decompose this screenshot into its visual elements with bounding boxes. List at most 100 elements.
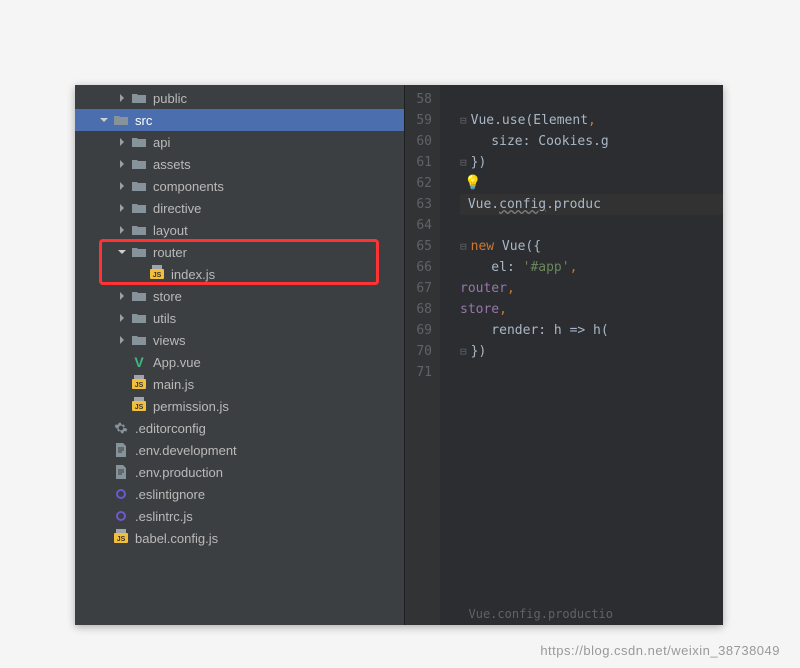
tree-item[interactable]: layout: [75, 219, 404, 241]
tree-item-label: permission.js: [153, 399, 229, 414]
tree-item-label: index.js: [171, 267, 215, 282]
tree-item[interactable]: JS permission.js: [75, 395, 404, 417]
tree-item[interactable]: .env.production: [75, 461, 404, 483]
code-line[interactable]: el: '#app',: [460, 257, 723, 278]
project-tree-panel[interactable]: publicsrc apiassets components directive lay…: [75, 85, 404, 625]
folder-icon: [113, 112, 129, 128]
line-number: 69: [405, 320, 432, 341]
expand-arrow[interactable]: [99, 533, 109, 543]
code-line[interactable]: size: Cookies.g: [460, 131, 723, 152]
doc-file-icon: [113, 442, 129, 458]
tree-item[interactable]: public: [75, 87, 404, 109]
tree-item[interactable]: .env.development: [75, 439, 404, 461]
expand-arrow[interactable]: [117, 93, 127, 103]
line-number: 68: [405, 299, 432, 320]
tree-item-label: public: [153, 91, 187, 106]
tree-item[interactable]: directive: [75, 197, 404, 219]
expand-arrow[interactable]: [117, 247, 127, 257]
tree-item[interactable]: router: [75, 241, 404, 263]
folder-icon: [131, 288, 147, 304]
code-line[interactable]: [460, 362, 723, 383]
expand-arrow[interactable]: [99, 511, 109, 521]
expand-arrow[interactable]: [117, 291, 127, 301]
tree-item[interactable]: .editorconfig: [75, 417, 404, 439]
code-line[interactable]: ⊟Vue.use(Element,: [460, 110, 723, 131]
tree-item[interactable]: V App.vue: [75, 351, 404, 373]
tree-item-label: .editorconfig: [135, 421, 206, 436]
folder-icon: [131, 90, 147, 106]
expand-arrow[interactable]: [117, 159, 127, 169]
tree-item[interactable]: utils: [75, 307, 404, 329]
line-number: 59: [405, 110, 432, 131]
expand-arrow[interactable]: [117, 401, 127, 411]
tree-item[interactable]: JSindex.js: [75, 263, 404, 285]
expand-arrow[interactable]: [99, 423, 109, 433]
folder-icon: [131, 200, 147, 216]
code-line[interactable]: store,: [460, 299, 723, 320]
tree-item-label: store: [153, 289, 182, 304]
tree-item[interactable]: .eslintignore: [75, 483, 404, 505]
vue-file-icon: V: [131, 354, 147, 370]
tree-item[interactable]: components: [75, 175, 404, 197]
tree-item[interactable]: src: [75, 109, 404, 131]
doc-file-icon: [113, 464, 129, 480]
tree-item[interactable]: assets: [75, 153, 404, 175]
expand-arrow[interactable]: [117, 181, 127, 191]
tree-item-label: .eslintignore: [135, 487, 205, 502]
watermark: https://blog.csdn.net/weixin_38738049: [540, 643, 780, 658]
expand-arrow[interactable]: [117, 203, 127, 213]
expand-arrow[interactable]: [99, 115, 109, 125]
code-line[interactable]: 💡: [460, 173, 723, 194]
project-tree[interactable]: publicsrc apiassets components directive lay…: [75, 85, 404, 549]
tree-item-label: components: [153, 179, 224, 194]
expand-arrow[interactable]: [117, 357, 127, 367]
expand-arrow[interactable]: [99, 445, 109, 455]
tree-item-label: utils: [153, 311, 176, 326]
tree-item[interactable]: JSmain.js: [75, 373, 404, 395]
folder-icon: [131, 222, 147, 238]
line-number: 65: [405, 236, 432, 257]
expand-arrow[interactable]: [99, 489, 109, 499]
code-editor[interactable]: 5859606162636465666768697071 ⊟Vue.use(El…: [404, 85, 723, 625]
expand-arrow[interactable]: [135, 269, 145, 279]
expand-arrow[interactable]: [117, 379, 127, 389]
code-line[interactable]: Vue.config.produc: [460, 194, 723, 215]
folder-icon: [131, 310, 147, 326]
folder-icon: [131, 156, 147, 172]
folder-icon: [131, 134, 147, 150]
tree-item-label: .env.production: [135, 465, 223, 480]
code-line[interactable]: [460, 89, 723, 110]
code-line[interactable]: router,: [460, 278, 723, 299]
line-number: 60: [405, 131, 432, 152]
code-line[interactable]: ⊟}): [460, 341, 723, 362]
code-line[interactable]: ⊟new Vue({: [460, 236, 723, 257]
js-file-icon: JS: [113, 530, 129, 546]
expand-arrow[interactable]: [117, 225, 127, 235]
expand-arrow[interactable]: [99, 467, 109, 477]
tree-item[interactable]: views: [75, 329, 404, 351]
tree-item-label: views: [153, 333, 186, 348]
expand-arrow[interactable]: [117, 137, 127, 147]
tree-item-label: App.vue: [153, 355, 201, 370]
js-file-icon: JS: [131, 398, 147, 414]
tree-item-label: directive: [153, 201, 201, 216]
expand-arrow[interactable]: [117, 313, 127, 323]
code-line[interactable]: [460, 215, 723, 236]
tree-item[interactable]: api: [75, 131, 404, 153]
folder-icon: [131, 178, 147, 194]
code-line[interactable]: render: h => h(: [460, 320, 723, 341]
line-number: 70: [405, 341, 432, 362]
tree-item-label: layout: [153, 223, 188, 238]
line-number: 61: [405, 152, 432, 173]
code-line[interactable]: ⊟}): [460, 152, 723, 173]
eslint-icon: [113, 508, 129, 524]
ide-window: publicsrc apiassets components directive lay…: [75, 85, 723, 625]
tree-item[interactable]: store: [75, 285, 404, 307]
code-area[interactable]: ⊟Vue.use(Element, size: Cookies.g⊟}) 💡 V…: [440, 85, 723, 625]
line-number: 66: [405, 257, 432, 278]
tree-item[interactable]: .eslintrc.js: [75, 505, 404, 527]
expand-arrow[interactable]: [117, 335, 127, 345]
tree-item[interactable]: JSbabel.config.js: [75, 527, 404, 549]
tree-item-label: src: [135, 113, 152, 128]
js-file-icon: JS: [131, 376, 147, 392]
